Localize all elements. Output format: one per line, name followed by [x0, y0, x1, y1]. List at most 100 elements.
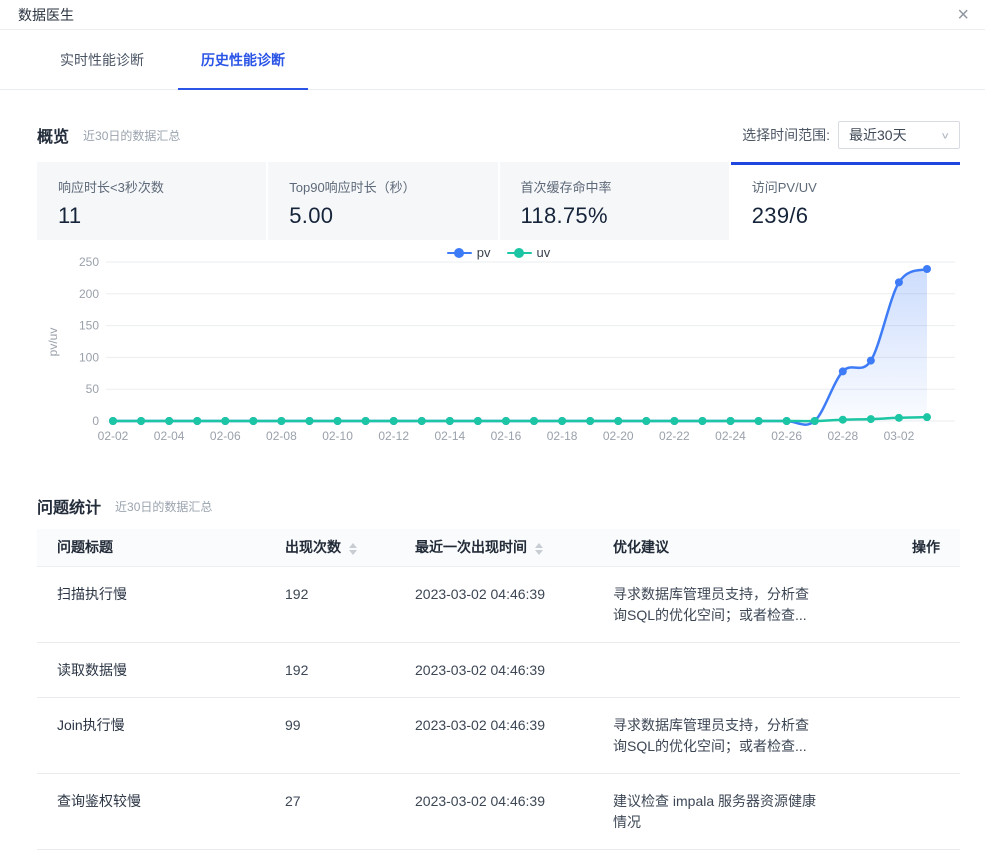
time-range-label: 选择时间范围:	[742, 125, 830, 145]
issue-count: 27	[285, 773, 415, 849]
svg-text:02-16: 02-16	[491, 429, 522, 443]
data-point-pv	[867, 357, 875, 365]
legend-item-uv[interactable]: uv	[507, 245, 551, 260]
stat-card-3[interactable]: 访问PV/UV239/6	[731, 162, 960, 240]
column-label: 操作	[912, 539, 940, 555]
sort-icon[interactable]	[535, 543, 543, 555]
issue-last-time: 2023-03-02 04:46:39	[415, 566, 613, 642]
issue-action	[850, 642, 960, 697]
stat-card-value: 11	[58, 203, 266, 229]
column-header-0: 问题标题	[37, 529, 285, 566]
time-range-select[interactable]: 最近30天 ∨	[838, 121, 960, 149]
issue-count: 192	[285, 566, 415, 642]
stat-card-0[interactable]: 响应时长<3秒次数 11	[37, 162, 266, 240]
stat-card-value: 5.00	[289, 203, 497, 229]
issue-suggestion: 寻求数据库管理员支持，分析查询SQL的优化空间；或者检查...	[613, 697, 850, 773]
stat-card-1[interactable]: Top90响应时长（秒） 5.00	[268, 162, 497, 240]
issue-title: 读取数据慢	[37, 642, 285, 697]
svg-text:pv/uv: pv/uv	[46, 328, 60, 357]
issues-header: 问题统计 近30日的数据汇总	[37, 495, 960, 517]
issue-action	[850, 566, 960, 642]
data-point-uv	[839, 416, 847, 424]
data-point-uv	[727, 417, 735, 425]
overview-title: 概览	[37, 123, 69, 147]
data-point-uv	[165, 417, 173, 425]
legend-marker-icon	[447, 248, 472, 258]
column-header-1[interactable]: 出现次数	[285, 529, 415, 566]
issues-table-body: 扫描执行慢1922023-03-02 04:46:39寻求数据库管理员支持，分析…	[37, 566, 960, 849]
issue-last-time: 2023-03-02 04:46:39	[415, 773, 613, 849]
data-point-uv	[390, 417, 398, 425]
chart-legend: pv uv	[37, 245, 960, 260]
stat-card-2[interactable]: 首次缓存命中率118.75%	[500, 162, 729, 240]
main-content: 概览 近30日的数据汇总 选择时间范围: 最近30天 ∨ 响应时长<3秒次数 11…	[0, 120, 985, 850]
column-header-4: 操作	[850, 529, 960, 566]
legend-label: pv	[477, 245, 491, 260]
data-point-uv	[755, 417, 763, 425]
overview-subtitle: 近30日的数据汇总	[83, 127, 180, 144]
issue-action	[850, 773, 960, 849]
issue-title: 查询鉴权较慢	[37, 773, 285, 849]
column-header-2[interactable]: 最近一次出现时间	[415, 529, 613, 566]
legend-item-pv[interactable]: pv	[447, 245, 491, 260]
close-icon[interactable]: ×	[957, 1, 969, 29]
issues-subtitle: 近30日的数据汇总	[115, 498, 212, 515]
data-point-uv	[249, 417, 257, 425]
table-row: Join执行慢992023-03-02 04:46:39寻求数据库管理员支持，分…	[37, 697, 960, 773]
chevron-down-icon: ∨	[940, 130, 950, 139]
tab-history[interactable]: 历史性能诊断	[178, 30, 308, 89]
tab-realtime[interactable]: 实时性能诊断	[37, 30, 167, 89]
column-label: 问题标题	[57, 539, 113, 555]
data-point-uv	[277, 417, 285, 425]
svg-text:02-10: 02-10	[322, 429, 353, 443]
svg-text:03-02: 03-02	[884, 429, 915, 443]
column-header-3: 优化建议	[613, 529, 850, 566]
data-point-pv	[895, 278, 903, 286]
data-point-uv	[446, 417, 454, 425]
table-row: 扫描执行慢1922023-03-02 04:46:39寻求数据库管理员支持，分析…	[37, 566, 960, 642]
stat-card-value: 118.75%	[521, 203, 729, 229]
issue-suggestion: 建议检查 impala 服务器资源健康情况	[613, 773, 850, 849]
sort-icon[interactable]	[349, 543, 357, 555]
data-point-uv	[558, 417, 566, 425]
issue-suggestion: 寻求数据库管理员支持，分析查询SQL的优化空间；或者检查...	[613, 566, 850, 642]
issues-title: 问题统计	[37, 494, 101, 518]
issue-count: 99	[285, 697, 415, 773]
svg-text:02-14: 02-14	[434, 429, 465, 443]
issue-suggestion	[613, 642, 850, 697]
column-label: 最近一次出现时间	[415, 539, 527, 555]
svg-text:02-02: 02-02	[98, 429, 129, 443]
data-point-uv	[923, 413, 931, 421]
stat-card-label: Top90响应时长（秒）	[289, 177, 497, 196]
data-point-uv	[137, 417, 145, 425]
issue-action	[850, 697, 960, 773]
window-titlebar: 数据医生 ×	[0, 0, 985, 30]
pv-uv-chart: pvuv 050100150200250pv/uv02-0202-0402-06…	[37, 240, 960, 455]
issue-last-time: 2023-03-02 04:46:39	[415, 642, 613, 697]
svg-text:150: 150	[79, 319, 99, 333]
overview-header: 概览 近30日的数据汇总 选择时间范围: 最近30天 ∨	[37, 120, 960, 150]
suggestion-text: 建议检查 impala 服务器资源健康情况	[613, 791, 818, 833]
data-point-uv	[362, 417, 370, 425]
table-row: 查询鉴权较慢272023-03-02 04:46:39建议检查 impala 服…	[37, 773, 960, 849]
data-point-uv	[642, 417, 650, 425]
svg-text:02-20: 02-20	[603, 429, 634, 443]
svg-text:02-12: 02-12	[378, 429, 409, 443]
time-range-value: 最近30天	[849, 125, 907, 145]
column-label: 出现次数	[285, 539, 341, 555]
data-point-uv	[418, 417, 426, 425]
stat-cards: 响应时长<3秒次数 11 Top90响应时长（秒） 5.00首次缓存命中率118.75…	[37, 162, 960, 240]
svg-text:02-18: 02-18	[547, 429, 578, 443]
table-row: 读取数据慢1922023-03-02 04:46:39	[37, 642, 960, 697]
svg-text:02-22: 02-22	[659, 429, 690, 443]
data-point-pv	[839, 367, 847, 375]
legend-label: uv	[537, 245, 551, 260]
column-label: 优化建议	[613, 539, 669, 555]
data-point-pv	[923, 265, 931, 273]
legend-marker-icon	[507, 248, 532, 258]
stat-card-label: 响应时长<3秒次数	[58, 177, 266, 196]
svg-text:0: 0	[92, 414, 99, 428]
data-point-uv	[193, 417, 201, 425]
data-point-uv	[867, 415, 875, 423]
data-point-uv	[698, 417, 706, 425]
